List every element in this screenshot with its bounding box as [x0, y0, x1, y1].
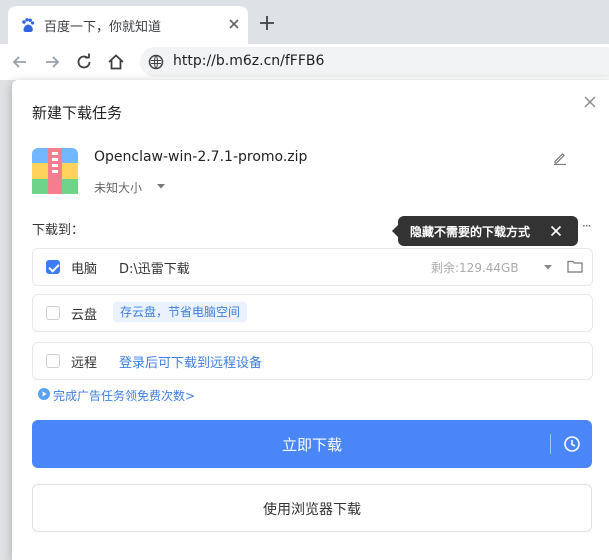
file-name[interactable]: Openclaw-win-2.7.1-promo.zip [94, 149, 307, 165]
play-circle-icon[interactable] [38, 388, 50, 400]
option-cloud[interactable]: 云盘 存云盘，节省电脑空间 [32, 294, 593, 332]
close-tooltip-icon[interactable] [550, 225, 562, 237]
download-path[interactable]: D:\迅雷下载 [119, 258, 190, 277]
tooltip-text: 隐藏不需要的下载方式 [410, 225, 531, 239]
reload-icon[interactable] [74, 52, 94, 72]
browser-tab[interactable]: 百度一下，你就知道 [8, 6, 248, 44]
clock-icon[interactable] [563, 435, 581, 453]
file-size: 未知大小 [94, 181, 143, 195]
cloud-hint-badge: 存云盘，节省电脑空间 [113, 302, 248, 322]
new-tab-icon[interactable] [258, 14, 276, 32]
url-text[interactable]: http://b.m6z.cn/fFFB6 [173, 53, 324, 69]
pc-checkbox[interactable] [46, 260, 60, 274]
login-remote-link[interactable]: 登录后可下载到远程设备 [119, 352, 262, 371]
button-divider [550, 434, 551, 454]
tab-strip: 百度一下，你就知道 [0, 0, 609, 44]
browser-download-label: 使用浏览器下载 [263, 502, 361, 518]
option-pc[interactable]: 电脑 D:\迅雷下载 剩余:129.44GB [32, 248, 593, 286]
pc-label: 电脑 [71, 262, 98, 277]
chevron-down-icon[interactable] [543, 263, 553, 271]
close-icon[interactable] [582, 94, 598, 110]
close-tab-icon[interactable] [226, 16, 242, 32]
download-to-label: 下载到： [32, 223, 85, 238]
dialog-title: 新建下载任务 [32, 104, 123, 122]
cloud-label: 云盘 [71, 308, 98, 323]
download-now-label: 立即下载 [281, 436, 342, 454]
folder-icon[interactable] [567, 259, 583, 273]
address-bar[interactable]: http://b.m6z.cn/fFFB6 [140, 47, 609, 77]
browser-download-button[interactable]: 使用浏览器下载 [32, 484, 592, 532]
remote-checkbox[interactable] [46, 354, 60, 368]
option-remote[interactable]: 远程 登录后可下载到远程设备 [32, 342, 593, 380]
home-icon[interactable] [106, 52, 126, 72]
download-now-button[interactable]: 立即下载 [32, 420, 592, 468]
baidu-paw-icon [22, 18, 35, 32]
new-download-dialog: 新建下载任务 Openclaw-win-2.7.1-promo.zip 未知大小… [12, 80, 609, 560]
back-arrow-icon[interactable] [10, 52, 30, 72]
more-options-icon[interactable]: ··· [582, 219, 592, 233]
zip-file-icon [32, 148, 78, 194]
free-space: 剩余:129.44GB [431, 261, 519, 275]
site-info-icon[interactable] [148, 54, 164, 70]
browser-toolbar: http://b.m6z.cn/fFFB6 [0, 44, 609, 80]
hide-methods-tooltip: 隐藏不需要的下载方式 [392, 216, 578, 246]
remote-label: 远程 [71, 356, 98, 371]
cloud-checkbox[interactable] [46, 306, 60, 320]
tab-title: 百度一下，你就知道 [44, 20, 162, 35]
edit-pencil-icon[interactable] [552, 150, 568, 166]
chevron-down-icon[interactable] [156, 182, 166, 190]
ad-task-link[interactable]: 完成广告任务领免费次数> [53, 387, 195, 404]
forward-arrow-icon[interactable] [42, 52, 62, 72]
